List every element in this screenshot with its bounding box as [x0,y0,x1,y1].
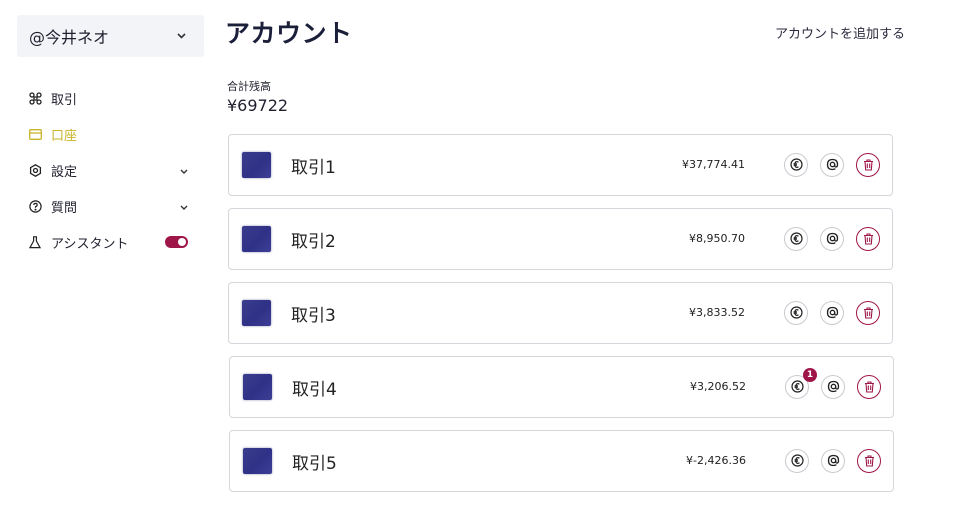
account-card[interactable]: 取引3 ¥3,833.52 [228,282,893,344]
account-name: 取引3 [291,306,336,326]
total-balance-value: ¥69722 [227,96,289,115]
mention-button[interactable] [820,227,844,251]
euro-icon [789,156,803,175]
account-thumbnail [242,226,271,252]
delete-button[interactable] [857,449,881,473]
chevron-down-icon [177,31,186,42]
account-name: 取引5 [292,454,337,474]
account-balance: ¥37,774.41 [682,158,745,171]
at-sign-icon [826,156,839,175]
mention-button[interactable] [820,153,844,177]
notification-badge: 1 [803,368,817,382]
account-balance: ¥3,833.52 [689,306,745,319]
at-sign-icon [827,378,840,397]
euro-icon [790,378,804,397]
account-balance: ¥-2,426.36 [686,454,746,467]
account-name: 取引2 [291,232,336,252]
currency-button[interactable] [784,301,808,325]
user-select[interactable]: @今井ネオ [17,15,204,57]
sidebar-item-label: 設定 [51,164,78,180]
euro-icon [790,452,804,471]
sidebar-item-label: 口座 [51,128,78,144]
sidebar-item-label: 取引 [51,92,78,108]
currency-button[interactable] [784,153,808,177]
currency-button[interactable] [784,227,808,251]
sidebar-item-label: アシスタント [51,236,129,252]
account-name: 取引1 [291,158,336,178]
page-title: アカウント [225,19,353,48]
gear-icon [28,163,42,177]
total-balance-label: 合計残高 [227,80,271,93]
currency-button[interactable]: 1 [785,368,817,399]
account-thumbnail [242,152,271,178]
sidebar-nav: 取引 口座 設定 質問 アシスタント [28,80,188,260]
sidebar-item-accounts[interactable]: 口座 [28,116,188,152]
command-icon [28,91,42,105]
account-balance: ¥8,950.70 [689,232,745,245]
delete-button[interactable] [856,153,880,177]
sidebar-item-assistant[interactable]: アシスタント [28,224,188,260]
mention-button[interactable] [820,301,844,325]
sidebar-item-faq[interactable]: 質問 [28,188,188,224]
account-thumbnail [243,374,272,400]
trash-icon [863,230,874,249]
currency-button[interactable] [785,449,809,473]
account-card[interactable]: 取引1 ¥37,774.41 [228,134,893,196]
euro-icon [789,230,803,249]
trash-icon [863,156,874,175]
assistant-toggle[interactable] [165,236,188,248]
euro-icon [789,304,803,323]
delete-button[interactable] [857,375,881,399]
mention-button[interactable] [821,375,845,399]
chevron-down-icon [180,199,188,214]
trash-icon [864,452,875,471]
flask-icon [28,235,42,249]
add-account-link[interactable]: アカウントを追加する [775,23,905,42]
mention-button[interactable] [821,449,845,473]
sidebar-item-transactions[interactable]: 取引 [28,80,188,116]
at-sign-icon [826,304,839,323]
question-icon [28,199,42,213]
chevron-down-icon [180,163,188,178]
card-icon [28,127,42,141]
sidebar: @今井ネオ 取引 口座 設定 質問 アシスタント [0,0,210,513]
sidebar-item-label: 質問 [51,200,78,216]
account-name: 取引4 [292,380,337,400]
account-balance: ¥3,206.52 [690,380,746,393]
at-sign-icon [827,452,840,471]
trash-icon [863,304,874,323]
delete-button[interactable] [856,227,880,251]
account-thumbnail [242,300,271,326]
account-card[interactable]: 取引2 ¥8,950.70 [228,208,893,270]
delete-button[interactable] [856,301,880,325]
account-card[interactable]: 取引4 ¥3,206.52 1 [229,356,894,418]
account-card[interactable]: 取引5 ¥-2,426.36 [229,430,894,492]
at-sign-icon [826,230,839,249]
trash-icon [864,378,875,397]
user-name: @今井ネオ [29,28,110,47]
account-thumbnail [243,448,272,474]
sidebar-item-settings[interactable]: 設定 [28,152,188,188]
